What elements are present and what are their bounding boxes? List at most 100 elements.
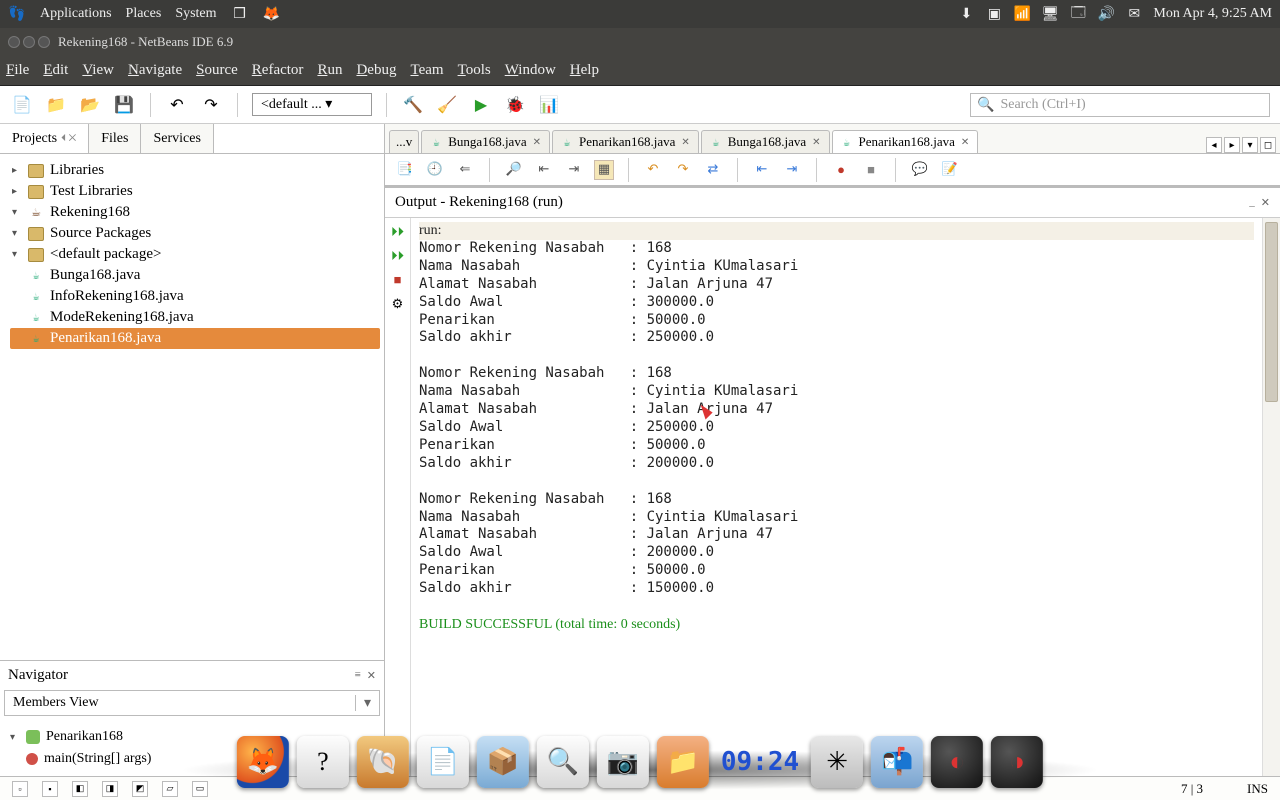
clean-build-icon[interactable]: 🧹	[435, 93, 459, 117]
tree-test-libraries[interactable]: Test Libraries	[50, 183, 133, 200]
dock-meter1-icon[interactable]: ◐	[931, 736, 983, 788]
editor-tab[interactable]: Penarikan168.java✕	[552, 130, 699, 153]
tab-maximize-icon[interactable]: ◻	[1260, 137, 1276, 153]
menu-source[interactable]: Source	[196, 62, 238, 79]
dock-gear-icon[interactable]: ✳	[811, 736, 863, 788]
next-edit-icon[interactable]: ↷	[673, 160, 693, 180]
settings-icon[interactable]: ⚙	[392, 296, 404, 312]
menu-help[interactable]: Help	[570, 62, 599, 79]
open-icon[interactable]: 📂	[78, 93, 102, 117]
dock-search-icon[interactable]: 🔍	[537, 736, 589, 788]
dock-firefox-icon[interactable]: 🦊	[237, 736, 289, 788]
window-min-icon[interactable]	[23, 36, 35, 48]
dock-meter2-icon[interactable]: ◑	[991, 736, 1043, 788]
menu-edit[interactable]: Edit	[43, 62, 68, 79]
new-file-icon[interactable]: 📄	[10, 93, 34, 117]
menu-team[interactable]: Team	[410, 62, 443, 79]
tree-project[interactable]: Rekening168	[50, 204, 130, 221]
prev-edit-icon[interactable]: ↶	[643, 160, 663, 180]
window-max-icon[interactable]	[38, 36, 50, 48]
search-box[interactable]: 🔍 Search (Ctrl+I)	[970, 93, 1270, 117]
comment-icon[interactable]: 💬	[910, 160, 930, 180]
source-icon[interactable]: 📑	[395, 160, 415, 180]
tree-file[interactable]: Bunga168.java	[10, 265, 380, 286]
tab-close-icon[interactable]: ✕	[679, 137, 691, 148]
menu-tools[interactable]: Tools	[458, 62, 491, 79]
macro-stop-icon[interactable]: ■	[861, 160, 881, 180]
menu-applications[interactable]: Applications	[40, 6, 112, 22]
editor-tab[interactable]: Penarikan168.java✕	[832, 130, 979, 153]
sidetab-services[interactable]: Services	[141, 124, 213, 153]
output-close-icon[interactable]: ✕	[1261, 196, 1270, 209]
menu-system[interactable]: System	[175, 6, 216, 22]
diff-icon[interactable]: ⇄	[703, 160, 723, 180]
gnome-foot-icon[interactable]: 👣	[8, 5, 26, 23]
network-icon[interactable]: 📶	[1013, 5, 1031, 23]
run-icon[interactable]: ▶	[469, 93, 493, 117]
profile-icon[interactable]: 📊	[537, 93, 561, 117]
find-sel-icon[interactable]: 🔎	[504, 160, 524, 180]
status-icon[interactable]: ◧	[72, 781, 88, 797]
project-tree[interactable]: ▸Libraries ▸Test Libraries ▾☕Rekening168…	[0, 154, 384, 660]
navigator-view-combo[interactable]: Members View ▾	[4, 690, 380, 716]
window-close-icon[interactable]	[8, 36, 20, 48]
dock-nautilus-icon[interactable]: 🐚	[357, 736, 409, 788]
prev-bookmark-icon[interactable]: ⇤	[534, 160, 554, 180]
editor-tab[interactable]: Bunga168.java✕	[701, 130, 830, 153]
tab-scroll-right-icon[interactable]: ▸	[1224, 137, 1240, 153]
rerun-icon[interactable]: ⏵⏵	[391, 224, 404, 240]
cube-icon[interactable]: ❒	[231, 5, 249, 23]
dock-folder-icon[interactable]: 📁	[657, 736, 709, 788]
history-icon[interactable]: 🕘	[425, 160, 445, 180]
dock-writer-icon[interactable]: 📄	[417, 736, 469, 788]
output-scrollbar[interactable]	[1262, 218, 1280, 776]
workspace-icon[interactable]: ▣	[985, 5, 1003, 23]
menu-places[interactable]: Places	[126, 6, 162, 22]
dock-clock[interactable]: 09:24	[717, 736, 803, 788]
tab-close-icon[interactable]: ✕	[810, 137, 822, 148]
tree-file[interactable]: InfoRekening168.java	[10, 286, 380, 307]
tree-file[interactable]: Penarikan168.java	[10, 328, 380, 349]
tree-libraries[interactable]: Libraries	[50, 162, 104, 179]
status-icon[interactable]: ▪	[42, 781, 58, 797]
firefox-panel-icon[interactable]: 🦊	[263, 5, 281, 23]
tree-file[interactable]: ModeRekening168.java	[10, 307, 380, 328]
dock-mail-icon[interactable]: 📬	[871, 736, 923, 788]
shift-left-icon[interactable]: ⇤	[752, 160, 772, 180]
menu-debug[interactable]: Debug	[356, 62, 396, 79]
tray-icon[interactable]: 🗔	[1069, 5, 1087, 23]
editor-tab-overflow[interactable]: ...v	[389, 130, 419, 153]
update-icon[interactable]: ⬇	[957, 5, 975, 23]
output-console[interactable]: run:Nomor Rekening Nasabah : 168 Nama Na…	[411, 218, 1262, 776]
editor-tab[interactable]: Bunga168.java✕	[421, 130, 550, 153]
menu-refactor[interactable]: Refactor	[252, 62, 304, 79]
save-all-icon[interactable]: 💾	[112, 93, 136, 117]
sidetab-projects[interactable]: Projects ⏴ ✕	[0, 124, 89, 153]
uncomment-icon[interactable]: 📝	[940, 160, 960, 180]
status-icon[interactable]: ◩	[132, 781, 148, 797]
next-bookmark-icon[interactable]: ⇥	[564, 160, 584, 180]
redo-icon[interactable]: ↷	[199, 93, 223, 117]
menu-window[interactable]: Window	[505, 62, 556, 79]
tab-scroll-left-icon[interactable]: ◂	[1206, 137, 1222, 153]
stop-icon[interactable]: ■	[394, 272, 402, 288]
toggle-highlight-icon[interactable]: ▦	[594, 160, 614, 180]
tree-source-packages[interactable]: Source Packages	[50, 225, 151, 242]
tab-close-icon[interactable]: ✕	[531, 137, 543, 148]
monitor-icon[interactable]: 🖥	[1041, 5, 1059, 23]
navigator-options-icon[interactable]: ≡	[355, 669, 361, 682]
shift-right-icon[interactable]: ⇥	[782, 160, 802, 180]
status-icon[interactable]: ▭	[192, 781, 208, 797]
navigator-class[interactable]: Penarikan168	[46, 729, 123, 745]
dock-box-icon[interactable]: 📦	[477, 736, 529, 788]
tab-close-icon[interactable]: ✕	[959, 137, 971, 148]
debug-icon[interactable]: 🐞	[503, 93, 527, 117]
dock-camera-icon[interactable]: 📷	[597, 736, 649, 788]
menu-navigate[interactable]: Navigate	[128, 62, 182, 79]
mail-icon[interactable]: ✉	[1125, 5, 1143, 23]
status-icon[interactable]: ▱	[162, 781, 178, 797]
menu-file[interactable]: File	[6, 62, 29, 79]
output-min-icon[interactable]: _	[1249, 196, 1255, 209]
tree-default-package[interactable]: <default package>	[50, 246, 161, 263]
volume-icon[interactable]: 🔊	[1097, 5, 1115, 23]
